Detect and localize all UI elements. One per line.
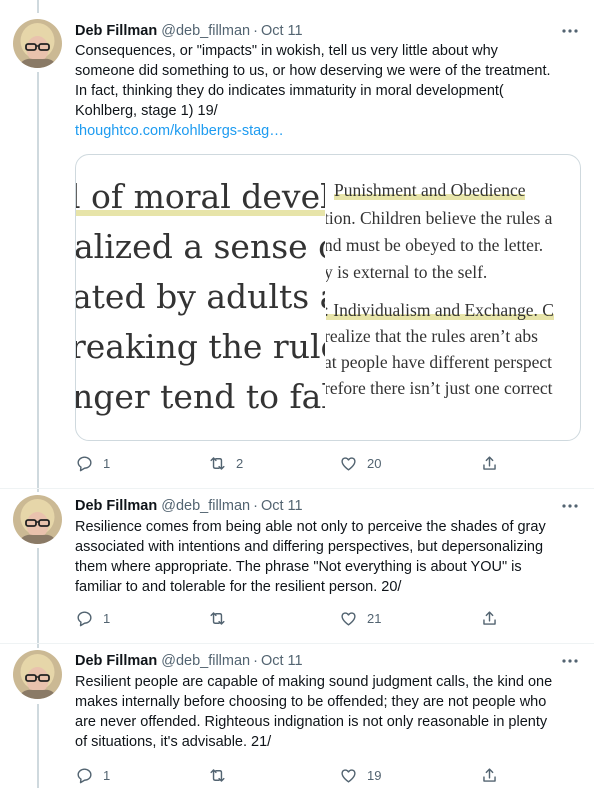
reply-button[interactable]: 1 bbox=[75, 608, 110, 628]
tweet[interactable]: Deb Fillman @deb_fillman · Oct 11 Resilien… bbox=[0, 644, 594, 788]
media-text-line: : Individualism and Exchange. C bbox=[326, 300, 554, 320]
media-text-line: tion. Children believe the rules a bbox=[326, 208, 553, 228]
avatar[interactable] bbox=[13, 650, 62, 699]
tweet-text-line: Kohlberg, stage 1) 19/ bbox=[75, 103, 218, 119]
media-right-crop: Punishment and Obedience tion. Children … bbox=[326, 155, 580, 440]
tweet-text-line: associated with intentions and differing… bbox=[75, 539, 544, 555]
tweet-text-line: someone did something to us, or how dese… bbox=[75, 63, 551, 79]
tweet-header: Deb Fillman @deb_fillman · Oct 11 bbox=[75, 21, 580, 41]
media-text-line: ated by adults an bbox=[76, 277, 326, 316]
separator-dot: · bbox=[253, 23, 258, 39]
share-button[interactable] bbox=[480, 608, 499, 628]
avatar[interactable] bbox=[13, 19, 62, 68]
timestamp[interactable]: Oct 11 bbox=[261, 23, 303, 39]
like-count: 20 bbox=[367, 455, 382, 471]
tweet-text-line: Resilient people are capable of making s… bbox=[75, 674, 553, 690]
share-button[interactable] bbox=[480, 765, 499, 785]
retweet-button[interactable] bbox=[208, 608, 236, 628]
media-text-line: y is external to the self. bbox=[326, 262, 488, 282]
tweet-header: Deb Fillman @deb_fillman · Oct 11 bbox=[75, 496, 580, 516]
tweet-text-line: are never offended. Righteous indignatio… bbox=[75, 714, 548, 730]
tweet-actions: 1 19 bbox=[75, 765, 525, 785]
tweet-text-line: In fact, thinking they do indicates imma… bbox=[75, 83, 504, 99]
share-button[interactable] bbox=[480, 453, 499, 473]
media-text-line: reaking the rules bbox=[76, 327, 326, 366]
tweet-feed: Deb Fillman @deb_fillman · Oct 11 Conseque… bbox=[0, 0, 594, 788]
more-icon[interactable] bbox=[560, 651, 580, 671]
media-text-line: nd must be obeyed to the letter. bbox=[326, 235, 544, 255]
tweet-text: Consequences, or "impacts" in wokish, te… bbox=[75, 41, 580, 141]
retweet-button[interactable]: 2 bbox=[208, 453, 243, 473]
tweet-text-line: of situations, it's advisable. 21/ bbox=[75, 734, 272, 750]
media-text-line: nger tend to fall ir bbox=[76, 377, 326, 416]
like-button[interactable]: 19 bbox=[339, 765, 381, 785]
reply-icon bbox=[77, 767, 92, 783]
tweet-text: Resilience comes from being able not onl… bbox=[75, 517, 580, 597]
reply-count: 1 bbox=[103, 455, 111, 471]
reply-count: 1 bbox=[103, 767, 111, 783]
tweet-text-line: makes internally before choosing to be o… bbox=[75, 694, 547, 710]
avatar-image bbox=[13, 495, 62, 544]
tweet-text-line: them where appropriate. The phrase "Not … bbox=[75, 559, 522, 575]
more-icon[interactable] bbox=[560, 21, 580, 41]
media-text-line: realize that the rules aren’t abs bbox=[326, 326, 538, 346]
separator-dot: · bbox=[253, 653, 258, 669]
avatar[interactable] bbox=[13, 495, 62, 544]
author-name[interactable]: Deb Fillman bbox=[75, 498, 157, 514]
media-text-line: refore there isn’t just one correct bbox=[326, 378, 553, 398]
tweet-actions: 1 2 20 bbox=[75, 453, 525, 473]
timestamp[interactable]: Oct 11 bbox=[261, 653, 303, 669]
like-count: 19 bbox=[367, 767, 382, 783]
reply-count: 1 bbox=[103, 610, 111, 626]
timestamp[interactable]: Oct 11 bbox=[261, 498, 303, 514]
tweet-text-line: Consequences, or "impacts" in wokish, te… bbox=[75, 43, 498, 59]
media-text-line: l of moral develop bbox=[76, 177, 326, 217]
media-text-line: alized a sense of ri bbox=[76, 227, 326, 266]
reply-icon bbox=[77, 455, 92, 471]
share-icon bbox=[483, 767, 496, 782]
author-handle[interactable]: @deb_fillman bbox=[161, 653, 250, 669]
tweet-text: Resilient people are capable of making s… bbox=[75, 672, 580, 752]
tweet[interactable]: Deb Fillman @deb_fillman · Oct 11 Conseque… bbox=[0, 0, 594, 488]
author-handle[interactable]: @deb_fillman bbox=[161, 498, 250, 514]
like-icon bbox=[341, 456, 356, 471]
like-icon bbox=[341, 611, 356, 626]
media-text-line: Punishment and Obedience bbox=[334, 180, 526, 200]
retweet-count: 2 bbox=[236, 455, 244, 471]
tweet-text-line: familiar to and tolerable for the resili… bbox=[75, 579, 402, 595]
separator-dot: · bbox=[253, 498, 258, 514]
media-left-crop: l of moral develop alized a sense of ri … bbox=[76, 155, 326, 440]
like-button[interactable]: 20 bbox=[339, 453, 381, 473]
tweet-text-line: Resilience comes from being able not onl… bbox=[75, 519, 546, 535]
share-icon bbox=[483, 455, 496, 470]
reply-icon bbox=[77, 610, 92, 626]
avatar-image bbox=[13, 19, 62, 68]
tweet-media-image[interactable]: l of moral develop alized a sense of ri … bbox=[75, 154, 581, 441]
tweet-header: Deb Fillman @deb_fillman · Oct 11 bbox=[75, 651, 580, 671]
avatar-image bbox=[13, 650, 62, 699]
like-icon bbox=[341, 768, 356, 783]
reply-button[interactable]: 1 bbox=[75, 453, 110, 473]
like-count: 21 bbox=[367, 610, 382, 626]
retweet-icon bbox=[210, 611, 225, 625]
retweet-icon bbox=[210, 768, 225, 782]
retweet-button[interactable] bbox=[208, 765, 236, 785]
author-handle[interactable]: @deb_fillman bbox=[161, 23, 250, 39]
retweet-icon bbox=[210, 456, 225, 470]
more-icon[interactable] bbox=[560, 496, 580, 516]
author-name[interactable]: Deb Fillman bbox=[75, 23, 157, 39]
tweet[interactable]: Deb Fillman @deb_fillman · Oct 11 Resilien… bbox=[0, 489, 594, 643]
media-text-line: at people have different perspect bbox=[326, 352, 553, 372]
reply-button[interactable]: 1 bbox=[75, 765, 110, 785]
author-name[interactable]: Deb Fillman bbox=[75, 653, 157, 669]
share-icon bbox=[483, 610, 496, 625]
tweet-actions: 1 21 bbox=[75, 608, 525, 628]
like-button[interactable]: 21 bbox=[339, 608, 381, 628]
tweet-link[interactable]: thoughtco.com/kohlbergs-stag… bbox=[75, 121, 580, 141]
